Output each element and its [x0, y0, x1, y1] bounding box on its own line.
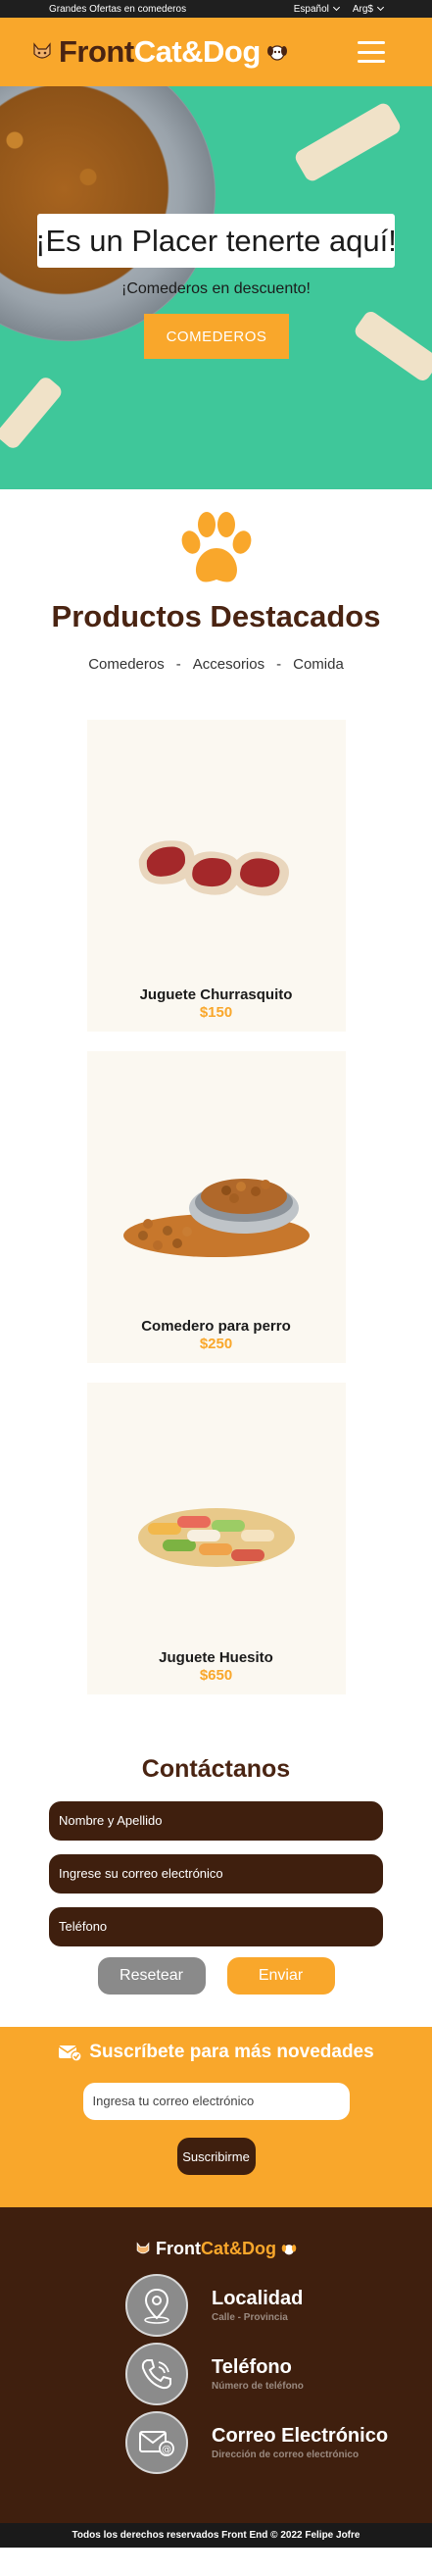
email-icon: @ [125, 2411, 188, 2474]
filter-separator: - [175, 656, 181, 673]
newsletter-email-input[interactable]: Ingresa tu correo electrónico [82, 2083, 350, 2120]
footer-item-subtitle: Dirección de correo electrónico [212, 2450, 360, 2460]
cat-icon [33, 42, 51, 59]
product-image-dog-bowl [122, 1179, 310, 1257]
dog-icon [281, 2245, 297, 2255]
language-label: Español [293, 3, 329, 15]
contact-title: Contáctanos [141, 1755, 291, 1783]
product-name: Comedero para perro [141, 1318, 291, 1335]
newsletter-section: Suscríbete para más novedades Ingresa tu… [0, 2027, 432, 2207]
footer-brand-catdog: Cat&Dog [200, 2239, 276, 2258]
filter-accesorios[interactable]: Accesorios [193, 656, 264, 673]
promo-text: Grandes Ofertas en comederos [49, 3, 187, 15]
brand-catdog: Cat&Dog [133, 34, 262, 69]
footer-brand[interactable]: Front Cat&Dog [0, 2207, 432, 2259]
product-card[interactable]: Juguete Huesito $650 [86, 1383, 346, 1694]
dog-icon [266, 45, 287, 61]
currency-selector[interactable]: Arg$ [352, 3, 385, 15]
product-image-steak-toy [138, 840, 289, 896]
subscribe-button[interactable]: Suscribirme [176, 2138, 256, 2175]
copyright-bar: Todos los derechos reservados Front End … [0, 2523, 432, 2548]
filter-separator: - [276, 656, 282, 673]
brand-logo[interactable]: Front Cat&Dog [31, 34, 288, 70]
product-name: Juguete Churrasquito [139, 986, 293, 1003]
footer-location: Localidad Calle - Provincia [125, 2274, 303, 2337]
location-icon [125, 2274, 188, 2337]
product-price: $650 [199, 1667, 233, 1684]
brand-front: Front [59, 34, 134, 69]
footer-item-subtitle: Calle - Provincia [212, 2312, 288, 2323]
menu-bar [358, 60, 385, 63]
cat-icon [136, 2242, 150, 2254]
currency-label: Arg$ [352, 3, 373, 15]
name-field[interactable]: Nombre y Apellido [49, 1801, 383, 1841]
chevron-down-icon [332, 3, 340, 12]
send-button[interactable]: Enviar [226, 1957, 335, 1995]
hero-subtitle: ¡Comederos en descuento! [121, 280, 311, 297]
product-name: Juguete Huesito [159, 1649, 273, 1666]
footer-item-title: Teléfono [212, 2356, 292, 2378]
product-price: $150 [199, 1004, 233, 1021]
reset-button[interactable]: Resetear [97, 1957, 206, 1995]
footer-email: @ Correo Electrónico Dirección de correo… [125, 2411, 388, 2474]
hero-bone-decoration [352, 308, 432, 384]
featured-title: Productos Destacados [51, 599, 381, 633]
phone-field[interactable]: Teléfono [49, 1907, 383, 1946]
email-field[interactable]: Ingrese su correo electrónico [49, 1854, 383, 1894]
site-header: Front Cat&Dog [0, 18, 432, 86]
svg-text:@: @ [162, 2445, 171, 2455]
menu-hamburger-button[interactable] [358, 41, 385, 63]
menu-bar [358, 41, 385, 44]
hero-title: ¡Es un Placer tenerte aquí! [35, 223, 397, 258]
chevron-down-icon [376, 3, 385, 12]
featured-section: Productos Destacados Comederos - Accesor… [0, 489, 432, 1694]
filter-comida[interactable]: Comida [293, 656, 344, 673]
language-selector[interactable]: Español [293, 3, 340, 15]
top-bar-selectors: Español Arg$ [293, 3, 385, 15]
phone-icon [125, 2343, 188, 2405]
menu-bar [358, 50, 385, 54]
footer-item-subtitle: Número de teléfono [212, 2381, 304, 2392]
newsletter-title-row: Suscríbete para más novedades [0, 2042, 432, 2063]
hero-bone-decoration [0, 375, 65, 451]
footer-phone: Teléfono Número de teléfono [125, 2343, 304, 2405]
contact-buttons: Resetear Enviar [0, 1957, 432, 1995]
product-list: Juguete Churrasquito $150 Comedero para … [0, 720, 432, 1694]
hero-bone-decoration [292, 100, 404, 184]
top-bar: Grandes Ofertas en comederos Español Arg… [0, 0, 432, 18]
filter-comederos[interactable]: Comederos [88, 656, 165, 673]
product-image-bone-toy [137, 1508, 295, 1567]
footer-item-title: Correo Electrónico [212, 2425, 389, 2447]
footer-brand-front: Front [156, 2239, 201, 2258]
contact-section: Contáctanos Nombre y Apellido Ingrese su… [0, 1755, 432, 1995]
hero-title-panel: ¡Es un Placer tenerte aquí! [35, 214, 397, 268]
hero-banner: ¡Es un Placer tenerte aquí! ¡Comederos e… [0, 86, 432, 489]
paw-icon [181, 512, 251, 582]
newsletter-title: Suscríbete para más novedades [89, 2042, 374, 2062]
footer-item-title: Localidad [212, 2288, 304, 2309]
hero-cta-button[interactable]: COMEDEROS [144, 314, 289, 359]
envelope-check-icon [58, 2046, 82, 2061]
site-footer: Front Cat&Dog Localidad Calle - Provincia [0, 2207, 432, 2548]
product-price: $250 [199, 1336, 233, 1352]
category-filters: Comederos - Accesorios - Comida [0, 656, 432, 673]
product-card[interactable]: Comedero para perro $250 [86, 1051, 346, 1363]
product-card[interactable]: Juguete Churrasquito $150 [86, 720, 346, 1032]
